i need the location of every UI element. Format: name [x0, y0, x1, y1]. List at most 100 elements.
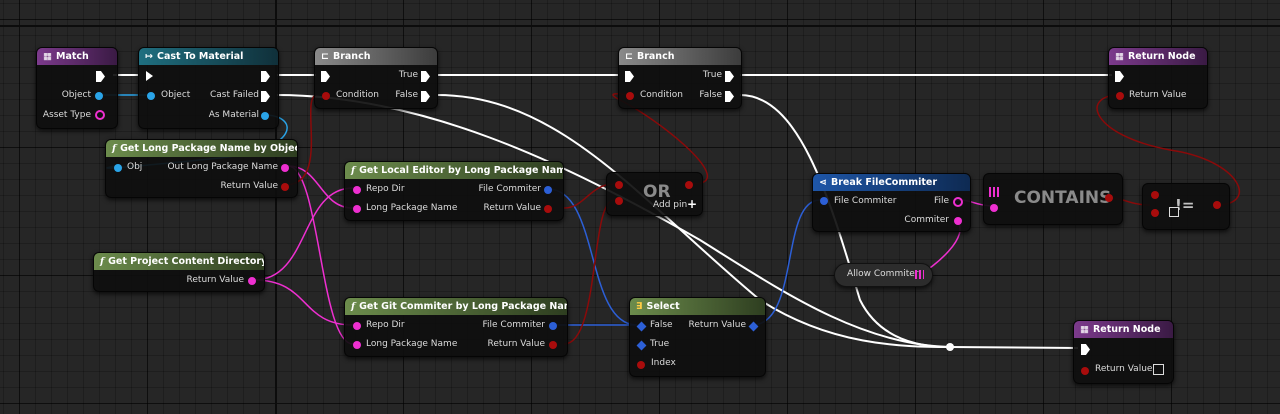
- return-value-pin[interactable]: [748, 321, 759, 332]
- item-in-pin[interactable]: [990, 204, 998, 212]
- false-label: False: [650, 320, 673, 330]
- get-long-package-name-node[interactable]: f Get Long Package Name by Object Obj Out…: [105, 139, 298, 198]
- or-input-a-pin[interactable]: [615, 181, 623, 189]
- true-label: True: [650, 339, 670, 349]
- return-value-pin[interactable]: [281, 183, 289, 191]
- not-equal-in-a-pin[interactable]: [1151, 191, 1159, 199]
- gle-header: f Get Local Editor by Long Package Name: [345, 162, 563, 179]
- exec-out-pin[interactable]: [261, 71, 270, 82]
- string-wire: [253, 187, 354, 281]
- false-pin[interactable]: [725, 91, 734, 102]
- repo-dir-label: Repo Dir: [366, 320, 405, 330]
- add-pin-label[interactable]: Add pin: [653, 200, 687, 210]
- branch-title: Branch: [636, 51, 675, 62]
- get-project-content-directory-node[interactable]: f Get Project Content Directory Return Va…: [93, 252, 265, 292]
- or-input-b-pin[interactable]: [615, 197, 623, 205]
- allow-commiter-node[interactable]: Allow Commiter: [834, 263, 933, 287]
- add-pin-icon[interactable]: +: [687, 197, 697, 211]
- contains-out-pin[interactable]: [1105, 194, 1113, 202]
- cast-to-material-node[interactable]: ↦ Cast To Material Object Cast Failed As …: [138, 47, 279, 129]
- asset-type-pin[interactable]: [95, 110, 105, 120]
- return-value-label: Return Value: [1129, 90, 1187, 100]
- false-pin[interactable]: [421, 91, 430, 102]
- cast-failed-pin[interactable]: [261, 91, 270, 102]
- allow-commiter-pin[interactable]: [915, 270, 924, 279]
- as-material-pin[interactable]: [261, 112, 269, 120]
- not-equal-node[interactable]: !=: [1142, 183, 1230, 230]
- or-output-pin[interactable]: [685, 181, 693, 189]
- match-title: Match: [55, 51, 89, 62]
- exec-in-pin[interactable]: [625, 71, 634, 82]
- return-title: Return Node: [1127, 51, 1196, 62]
- condition-label: Condition: [336, 90, 379, 100]
- return-title: Return Node: [1092, 324, 1161, 335]
- select-icon: ∃: [636, 301, 643, 312]
- return-value-pin[interactable]: [549, 341, 557, 349]
- branch-node-1[interactable]: ⊏ Branch True Condition False: [314, 47, 438, 109]
- repo-dir-pin[interactable]: [353, 186, 361, 194]
- condition-pin[interactable]: [626, 92, 634, 100]
- not-equal-in-b-pin[interactable]: [1151, 209, 1159, 217]
- return-node-bottom[interactable]: ▦ Return Node Return Value: [1073, 320, 1174, 384]
- index-pin[interactable]: [637, 361, 645, 369]
- return-header: ▦ Return Node: [1109, 48, 1207, 65]
- exec-in-pin[interactable]: [1115, 71, 1124, 82]
- or-node[interactable]: OR Add pin +: [606, 172, 703, 216]
- return-value-label: Return Value: [483, 203, 541, 213]
- repo-dir-pin[interactable]: [353, 322, 361, 330]
- file-commiter-pin[interactable]: [549, 322, 557, 330]
- long-package-name-pin[interactable]: [353, 205, 361, 213]
- not-equal-checkbox[interactable]: [1169, 207, 1179, 217]
- return-node-top[interactable]: ▦ Return Node Return Value: [1108, 47, 1208, 109]
- condition-pin[interactable]: [322, 92, 330, 100]
- return-value-checkbox[interactable]: [1153, 364, 1164, 375]
- return-value-pin[interactable]: [1116, 92, 1124, 100]
- long-package-name-pin[interactable]: [353, 341, 361, 349]
- function-icon: f: [351, 301, 356, 312]
- return-value-label: Return Value: [186, 275, 244, 285]
- exec-in-pin[interactable]: [321, 71, 330, 82]
- exec-in-pin[interactable]: [1081, 344, 1090, 355]
- obj-pin[interactable]: [114, 164, 122, 172]
- out-long-package-name-pin[interactable]: [281, 164, 289, 172]
- file-pin[interactable]: [953, 197, 963, 207]
- ggc-title: Get Git Commiter by Long Package Name: [359, 301, 567, 312]
- true-pin[interactable]: [636, 340, 647, 351]
- glpn-title: Get Long Package Name by Object: [120, 143, 297, 154]
- long-package-name-label: Long Package Name: [366, 203, 458, 213]
- select-node[interactable]: ∃ Select False Return Value True Index: [629, 297, 766, 377]
- contains-node[interactable]: CONTAINS: [983, 173, 1123, 225]
- branch-node-2[interactable]: ⊏ Branch True Condition False: [618, 47, 742, 109]
- contains-title: CONTAINS: [1014, 188, 1112, 208]
- file-commiter-in-pin[interactable]: [820, 197, 828, 205]
- exec-out-pin[interactable]: [96, 71, 105, 82]
- function-icon: f: [351, 165, 356, 176]
- return-value-pin[interactable]: [544, 205, 552, 213]
- true-label: True: [398, 70, 418, 80]
- glpn-header: f Get Long Package Name by Object: [106, 140, 297, 157]
- function-icon: f: [112, 143, 117, 154]
- false-pin[interactable]: [636, 321, 647, 332]
- get-git-commiter-node[interactable]: f Get Git Commiter by Long Package Name R…: [344, 297, 568, 357]
- array-in-pin[interactable]: [989, 187, 999, 197]
- function-icon: ▦: [1115, 51, 1124, 62]
- allow-commiter-label: Allow Commiter: [847, 269, 919, 279]
- return-value-label: Return Value: [487, 339, 545, 349]
- exec-wire: [949, 346, 1079, 349]
- return-value-pin[interactable]: [1081, 367, 1089, 375]
- break-file-commiter-node[interactable]: ⋖ Break FileCommiter File Commiter File C…: [812, 173, 971, 232]
- commiter-pin[interactable]: [954, 217, 962, 225]
- commiter-label: Commiter: [904, 215, 949, 225]
- return-value-label: Return Value: [688, 320, 746, 330]
- object-in-pin[interactable]: [147, 92, 155, 100]
- exec-in-pin[interactable]: [146, 71, 153, 81]
- true-pin[interactable]: [421, 71, 430, 82]
- object-pin[interactable]: [95, 92, 103, 100]
- match-node[interactable]: ▦ Match Object Asset Type: [36, 47, 118, 129]
- not-equal-out-pin[interactable]: [1213, 201, 1221, 209]
- file-commiter-pin[interactable]: [544, 186, 552, 194]
- return-value-label: Return Value: [1095, 364, 1153, 374]
- true-pin[interactable]: [725, 71, 734, 82]
- get-local-editor-node[interactable]: f Get Local Editor by Long Package Name R…: [344, 161, 564, 221]
- return-value-pin[interactable]: [248, 277, 256, 285]
